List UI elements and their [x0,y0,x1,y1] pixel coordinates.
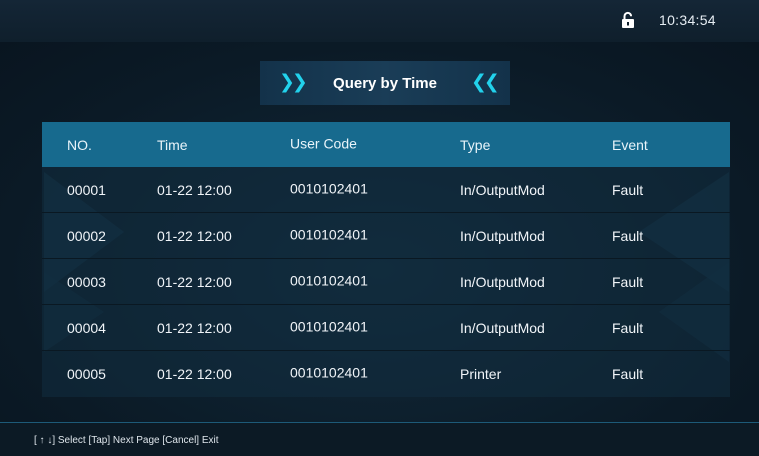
cell-no: 00001 [67,181,106,198]
column-header-event: Event [612,136,648,153]
column-header-time: Time [157,136,188,153]
cell-user-code: 0010102401 [290,364,368,381]
cell-time: 01-22 12:00 [157,319,232,336]
cell-time: 01-22 12:00 [157,227,232,244]
key-hint: [ ↑ ↓] Select [Tap] Next Page [Cancel] E… [34,435,219,446]
cell-type: In/OutputMod [460,273,545,290]
status-bar: 10:34:54 [0,0,759,42]
cell-user-code: 0010102401 [290,272,368,289]
main-panel: ❯❯ Query by Time ❮❮ NO. Time User Code T… [0,42,759,422]
cell-event: Fault [612,273,644,290]
cell-user-code: 0010102401 [290,180,368,197]
cell-time: 01-22 12:00 [157,366,232,382]
cell-user-code: 0010102401 [290,318,368,335]
cell-type: In/OutputMod [460,319,545,336]
double-chevron-right-icon: ❯❯ [279,72,308,93]
unlocked-padlock-icon [622,11,634,28]
cell-time: 01-22 12:00 [157,181,232,198]
cell-user-code: 0010102401 [290,226,368,243]
records-table: NO. Time User Code Type Event 00001 01-2… [42,122,730,397]
cell-event: Fault [612,227,644,244]
column-header-type: Type [460,136,491,153]
cell-no: 00003 [67,273,106,290]
cell-time: 01-22 12:00 [157,273,232,290]
footer-bar: [ ↑ ↓] Select [Tap] Next Page [Cancel] E… [0,422,759,456]
cell-event: Fault [612,319,644,336]
column-header-no: NO. [67,136,92,153]
column-header-user-code: User Code [290,135,357,152]
page-title-box: ❯❯ Query by Time ❮❮ [260,61,510,105]
table-header: NO. Time User Code Type Event [42,122,730,167]
table-row[interactable]: 00001 01-22 12:00 0010102401 In/OutputMo… [42,167,730,213]
cell-event: Fault [612,181,644,198]
table-row[interactable]: 00005 01-22 12:00 0010102401 Printer Fau… [42,351,730,397]
clock: 10:34:54 [659,12,716,28]
table-row[interactable]: 00002 01-22 12:00 0010102401 In/OutputMo… [42,213,730,259]
table-row[interactable]: 00004 01-22 12:00 0010102401 In/OutputMo… [42,305,730,351]
cell-no: 00002 [67,227,106,244]
table-row[interactable]: 00003 01-22 12:00 0010102401 In/OutputMo… [42,259,730,305]
cell-no: 00005 [67,366,106,382]
page-title: Query by Time [333,74,437,92]
cell-no: 00004 [67,319,106,336]
cell-event: Fault [612,366,644,382]
cell-type: In/OutputMod [460,227,545,244]
cell-type: Printer [460,366,502,382]
cell-type: In/OutputMod [460,181,545,198]
double-chevron-left-icon: ❮❮ [471,72,500,93]
